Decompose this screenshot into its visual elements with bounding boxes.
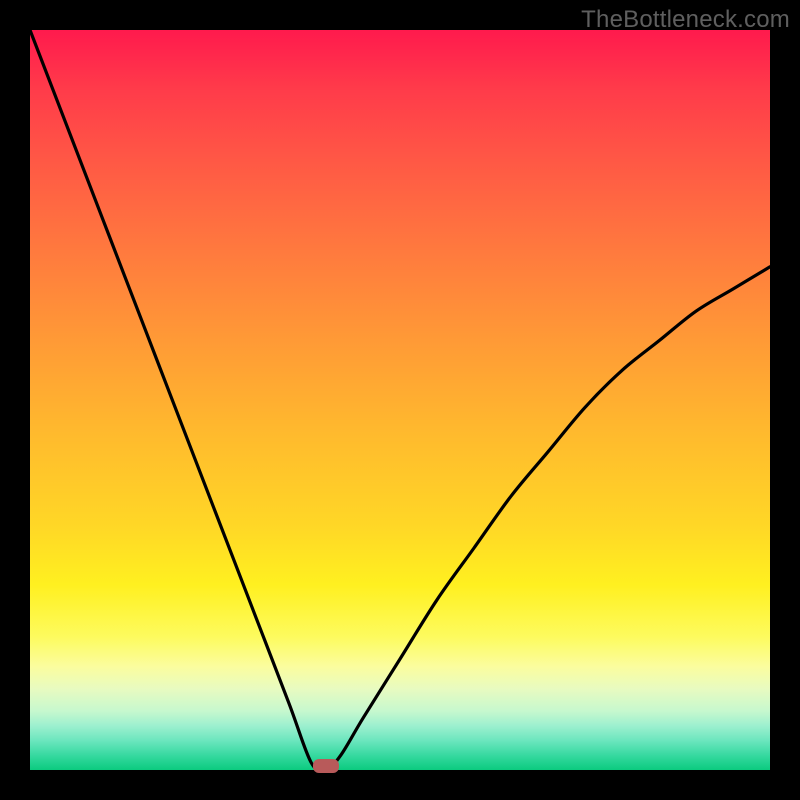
chart-frame [30, 30, 770, 770]
watermark-text: TheBottleneck.com [581, 6, 790, 34]
chart-background-gradient [30, 30, 770, 770]
optimal-point-marker [313, 759, 339, 773]
